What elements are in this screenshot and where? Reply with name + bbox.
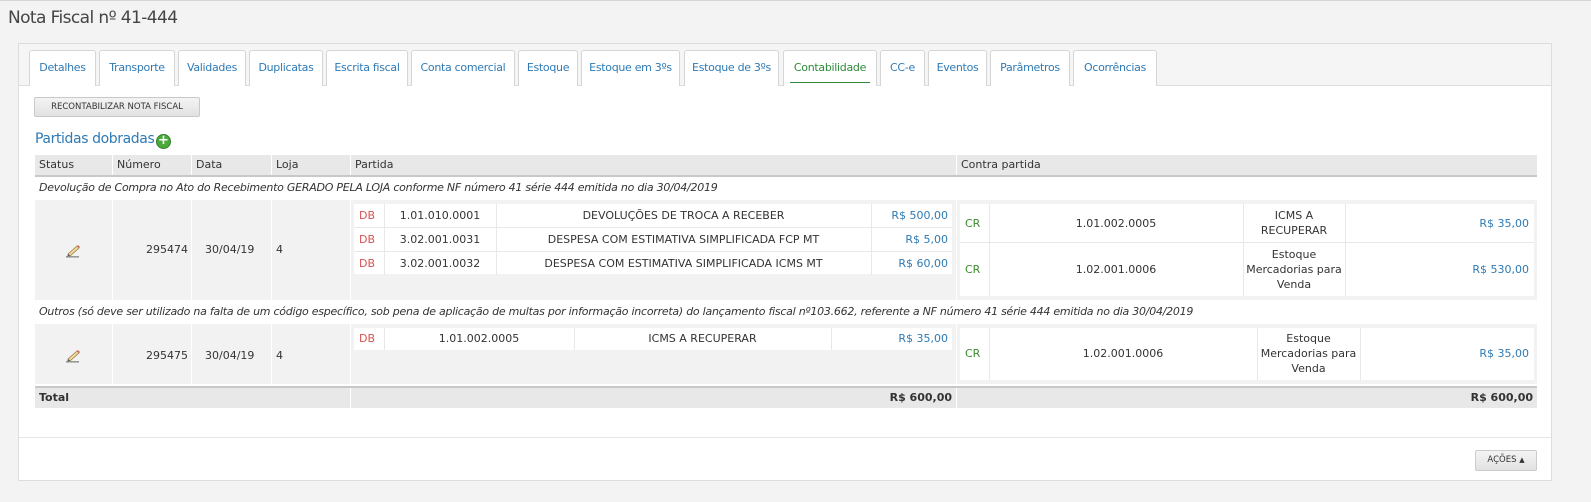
tab-escrita-fiscal[interactable]: Escrita fiscal <box>326 50 408 86</box>
contra-partidas-list: CR 1.01.002.0005 ICMS A RECUPERAR R$ 35,… <box>960 204 1534 296</box>
group-note: Outros (só deve ser utilizado na falta d… <box>39 305 1194 318</box>
partida-descricao: DESPESA COM ESTIMATIVA SIMPLIFICADA ICMS… <box>544 257 823 270</box>
group-note: Devolução de Compra no Ato do Recebiment… <box>39 181 718 194</box>
contra-descricao: Venda <box>1276 278 1312 291</box>
partida-conta: 1.01.010.0001 <box>399 209 481 222</box>
tab-estoque[interactable]: Estoque <box>518 50 578 86</box>
partida-tipo: DB <box>359 209 376 222</box>
acoes-button[interactable]: AÇÕES ▲ <box>1475 450 1537 471</box>
tab-estoque-em-3os[interactable]: Estoque em 3ºs <box>581 50 680 86</box>
contra-descricao: Mercadorias para <box>1246 263 1342 276</box>
tab-estoque-de-3os[interactable]: Estoque de 3ºs <box>684 50 779 86</box>
contra-conta: 1.01.002.0005 <box>1075 217 1157 230</box>
contra-valor: R$ 530,00 <box>1472 263 1529 276</box>
contra-descricao: RECUPERAR <box>1260 224 1328 237</box>
contra-descricao: Mercadorias para <box>1260 347 1357 360</box>
contra-valor: R$ 35,00 <box>1479 347 1529 360</box>
tab-parametros[interactable]: Parâmetros <box>990 50 1070 86</box>
total-partida: R$ 600,00 <box>889 391 952 404</box>
header-partida[interactable]: Partida <box>351 155 394 175</box>
tab-contabilidade[interactable]: Contabilidade <box>783 50 877 86</box>
tab-validades[interactable]: Validades <box>178 50 246 86</box>
section-title: Partidas dobradas <box>35 131 155 147</box>
acoes-label: AÇÕES <box>1487 455 1517 465</box>
tab-detalhes[interactable]: Detalhes <box>29 50 96 86</box>
partida-valor: R$ 500,00 <box>891 209 948 222</box>
partida-descricao: ICMS A RECUPERAR <box>648 332 757 345</box>
total-label: Total <box>39 391 70 404</box>
contra-tipo: CR <box>965 347 981 360</box>
contra-descricao: Venda <box>1291 362 1326 375</box>
loja-value: 4 <box>276 349 283 362</box>
contra-tipo: CR <box>965 217 981 230</box>
tab-bar: Detalhes Transporte Validades Duplicatas… <box>19 44 1551 86</box>
data-value: 30/04/19 <box>205 349 255 362</box>
tab-conta-comercial[interactable]: Conta comercial <box>411 50 515 86</box>
header-status[interactable]: Status <box>35 155 74 175</box>
page-title: Nota Fiscal nº 41-444 <box>8 8 178 28</box>
partida-tipo: DB <box>359 233 376 246</box>
table-row: 295475 30/04/19 4 DB 1.01.002.0005 ICMS … <box>35 324 1537 384</box>
header-data[interactable]: Data <box>192 155 222 175</box>
numero-value: 295475 <box>146 349 188 362</box>
total-contra-partida: R$ 600,00 <box>1470 391 1533 404</box>
caret-up-icon: ▲ <box>1519 456 1525 464</box>
contra-conta: 1.02.001.0006 <box>1075 263 1157 276</box>
partida-valor: R$ 35,00 <box>898 332 948 345</box>
tab-eventos[interactable]: Eventos <box>928 50 987 86</box>
contra-partidas-list: CR 1.02.001.0006 Estoque Mercadorias par… <box>960 328 1534 380</box>
partida-conta: 1.01.002.0005 <box>438 332 520 345</box>
header-numero[interactable]: Número <box>113 155 161 175</box>
contra-descricao: Estoque <box>1286 332 1331 345</box>
partida-conta: 3.02.001.0031 <box>399 233 481 246</box>
partida-conta: 3.02.001.0032 <box>399 257 481 270</box>
plus-circle-icon[interactable]: + <box>156 134 171 149</box>
header-loja[interactable]: Loja <box>272 155 298 175</box>
loja-value: 4 <box>276 243 283 256</box>
contra-descricao: Estoque <box>1271 248 1317 261</box>
partida-descricao: DEVOLUÇÕES DE TROCA A RECEBER <box>582 209 785 222</box>
partidas-list: DB 1.01.002.0005 ICMS A RECUPERAR R$ 35,… <box>354 328 952 350</box>
partida-valor: R$ 5,00 <box>905 233 948 246</box>
edit-pencil-icon[interactable] <box>64 348 82 364</box>
table-total-row: Total R$ 600,00 R$ 600,00 <box>35 386 1537 408</box>
contra-conta: 1.02.001.0006 <box>1082 347 1164 360</box>
table-header: Status Número Data Loja Partida Contra p… <box>35 155 1537 177</box>
edit-pencil-icon[interactable] <box>64 243 82 259</box>
numero-value: 295474 <box>146 243 188 256</box>
partida-descricao: DESPESA COM ESTIMATIVA SIMPLIFICADA FCP … <box>547 233 820 246</box>
partida-tipo: DB <box>359 257 376 270</box>
tab-ocorrencias[interactable]: Ocorrências <box>1073 50 1157 86</box>
main-panel: Detalhes Transporte Validades Duplicatas… <box>18 43 1552 481</box>
contra-valor: R$ 35,00 <box>1479 217 1529 230</box>
table-row: 295474 30/04/19 4 DB 1.01.010.0001 DEVOL… <box>35 200 1537 300</box>
contra-descricao: ICMS A <box>1274 209 1314 222</box>
tab-transporte[interactable]: Transporte <box>99 50 175 86</box>
contra-tipo: CR <box>965 263 981 276</box>
tab-duplicatas[interactable]: Duplicatas <box>249 50 323 86</box>
partida-valor: R$ 60,00 <box>898 257 948 270</box>
data-value: 30/04/19 <box>205 243 255 256</box>
partida-tipo: DB <box>359 332 376 345</box>
tab-cc-e[interactable]: CC-e <box>880 50 925 86</box>
header-contra-partida[interactable]: Contra partida <box>957 155 1041 175</box>
recontabilizar-button[interactable]: RECONTABILIZAR NOTA FISCAL <box>34 97 200 117</box>
partidas-list: DB 1.01.010.0001 DEVOLUÇÕES DE TROCA A R… <box>354 204 952 274</box>
